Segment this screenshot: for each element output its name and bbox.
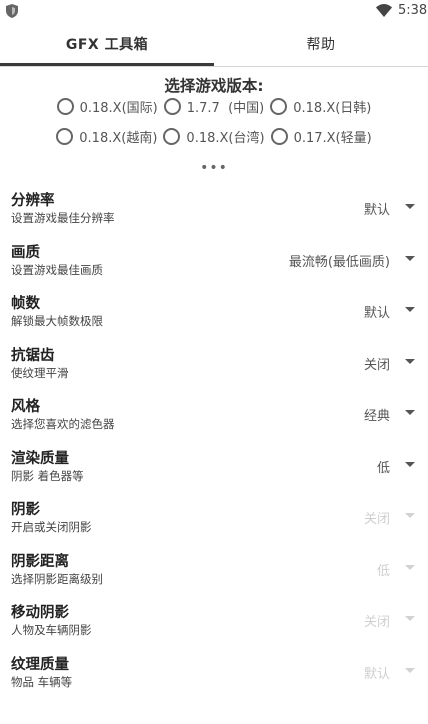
- radio-circle-icon: [163, 98, 181, 115]
- version-radio-option[interactable]: 0.18.X(台湾): [163, 127, 265, 146]
- setting-value[interactable]: 经典: [364, 405, 390, 424]
- radio-circle-icon: [270, 128, 288, 145]
- setting-label: 移动阴影: [11, 605, 69, 621]
- setting-desc: 人物及车辆阴影: [11, 623, 92, 637]
- setting-moving-shadow: 移动阴影 人物及车辆阴影 关闭: [0, 596, 428, 648]
- setting-label: 分辨率: [11, 193, 55, 209]
- setting-value: 关闭: [363, 615, 390, 630]
- dropdown-arrow-icon[interactable]: [405, 358, 415, 364]
- setting-value[interactable]: 关闭: [364, 354, 390, 373]
- setting-resolution[interactable]: 分辨率 设置游戏最佳分辨率 默认: [0, 184, 428, 236]
- setting-value: 默认: [363, 666, 390, 682]
- version-option-label: 0.17.X(轻量): [293, 131, 372, 146]
- dropdown-arrow-icon: [405, 667, 415, 673]
- setting-render-quality[interactable]: 渲染质量 阴影 着色器等 低: [0, 442, 428, 494]
- dropdown-arrow-icon[interactable]: [405, 255, 415, 261]
- setting-desc: 选择阴影距离级别: [11, 571, 103, 586]
- setting-value[interactable]: 默认: [364, 302, 390, 321]
- dropdown-arrow-icon: [405, 616, 415, 621]
- setting-antialiasing[interactable]: 抗锯齿 使纹理平滑 关闭: [0, 339, 428, 391]
- version-option-label: 1.7.7 (中国): [186, 101, 265, 116]
- setting-texture-quality: 纹理质量 物品 车辆等 默认: [0, 648, 428, 700]
- setting-shadow: 阴影 开启或关闭阴影 关闭: [0, 493, 428, 545]
- status-bar: 5:38: [0, 0, 428, 22]
- setting-desc: 物品 车辆等: [11, 674, 73, 689]
- version-radio-option[interactable]: 0.18.X(日韩): [270, 97, 371, 116]
- setting-desc: 设置游戏最佳分辨率: [11, 211, 115, 225]
- setting-desc: 开启或关闭阴影: [11, 520, 92, 534]
- tab-help[interactable]: 帮助: [214, 22, 428, 66]
- setting-desc: 设置游戏最佳画质: [11, 262, 103, 277]
- tab-bar: GFX 工具箱 帮助: [0, 22, 428, 66]
- setting-label: 纹理质量: [11, 656, 69, 673]
- setting-label: 画质: [11, 244, 40, 261]
- setting-value[interactable]: 默认: [364, 199, 390, 218]
- setting-label: 帧数: [11, 296, 40, 312]
- version-title: 选择游戏版本:: [164, 77, 264, 95]
- version-radio-row-1: 0.18.X(国际) 1.7.7 (中国) 0.18.X(日韩): [0, 97, 428, 116]
- setting-label: 阴影距离: [11, 553, 69, 570]
- setting-desc: 解锁最大帧数极限: [11, 314, 103, 328]
- setting-label: 风格: [11, 399, 40, 415]
- radio-circle-icon: [56, 98, 74, 115]
- radio-circle-icon: [163, 128, 181, 145]
- dropdown-arrow-icon[interactable]: [405, 307, 415, 312]
- setting-style[interactable]: 风格 选择您喜欢的滤色器 经典: [0, 390, 428, 442]
- dropdown-arrow-icon[interactable]: [405, 410, 415, 415]
- setting-fps[interactable]: 帧数 解锁最大帧数极限 默认: [0, 287, 428, 339]
- version-radio-option[interactable]: 0.18.X(国际): [56, 97, 158, 116]
- setting-label: 抗锯齿: [11, 347, 55, 364]
- shield-icon: [6, 4, 18, 18]
- version-radio-row-2: 0.18.X(越南) 0.18.X(台湾) 0.17.X(轻量): [0, 127, 428, 146]
- setting-value: 低: [376, 563, 390, 579]
- setting-graphics[interactable]: 画质 设置游戏最佳画质 最流畅(最低画质): [0, 236, 428, 288]
- version-radio-option[interactable]: 1.7.7 (中国): [163, 97, 265, 116]
- setting-desc: 阴影 着色器等: [11, 468, 84, 483]
- tab-divider: [0, 66, 428, 67]
- version-option-label: 0.18.X(日韩): [293, 101, 372, 116]
- dropdown-arrow-icon[interactable]: [405, 204, 415, 209]
- dropdown-arrow-icon: [405, 513, 415, 518]
- version-radio-option[interactable]: 0.17.X(轻量): [270, 127, 372, 146]
- setting-value: 关闭: [363, 512, 390, 527]
- wifi-icon: [376, 4, 392, 17]
- setting-desc: 选择您喜欢的滤色器: [11, 417, 115, 431]
- setting-shadow-distance: 阴影距离 选择阴影距离级别 低: [0, 545, 428, 597]
- radio-circle-icon: [270, 98, 288, 115]
- version-radio-option[interactable]: 0.18.X(越南): [56, 127, 157, 146]
- tab-gfx-toolbox[interactable]: GFX 工具箱: [0, 22, 214, 66]
- version-option-label: 0.18.X(国际): [79, 101, 158, 116]
- setting-label: 阴影: [11, 502, 40, 518]
- version-option-label: 0.18.X(越南): [79, 131, 158, 146]
- more-dots: •••: [200, 160, 228, 176]
- version-option-label: 0.18.X(台湾): [186, 131, 265, 146]
- dropdown-arrow-icon: [405, 564, 415, 570]
- setting-label: 渲染质量: [11, 450, 69, 467]
- radio-circle-icon: [56, 128, 74, 145]
- setting-value[interactable]: 最流畅(最低画质): [289, 251, 390, 270]
- setting-desc: 使纹理平滑: [11, 365, 69, 380]
- status-time: 5:38: [398, 3, 428, 18]
- settings-list: 分辨率 设置游戏最佳分辨率 默认 画质 设置游戏最佳画质 最流畅(最低画质) 帧…: [0, 184, 428, 699]
- setting-value[interactable]: 低: [377, 457, 390, 476]
- dropdown-arrow-icon[interactable]: [405, 461, 415, 467]
